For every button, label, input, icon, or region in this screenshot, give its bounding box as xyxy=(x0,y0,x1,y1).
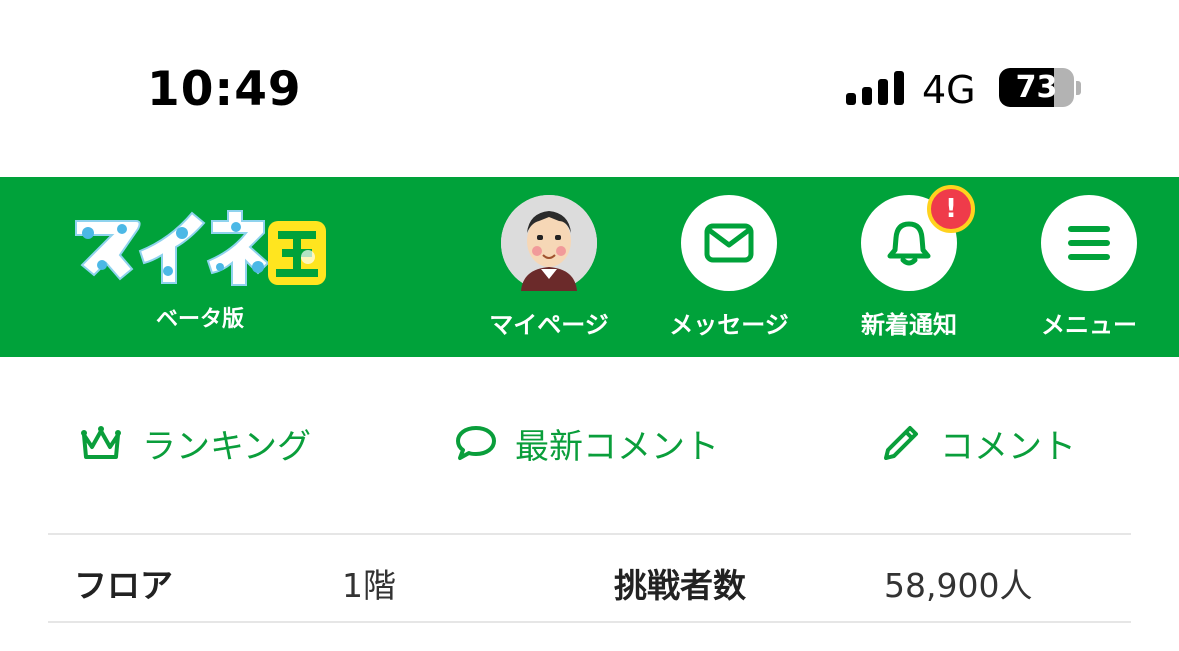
notification-badge: ! xyxy=(927,185,975,233)
challengers-value: 58,900人 xyxy=(884,566,1033,605)
nav-messages[interactable]: メッセージ xyxy=(639,195,819,340)
subnav-ranking-label: ランキング xyxy=(142,426,311,467)
app-header: ベータ版 マイページ メッセージ ! 新着通知 メニュー xyxy=(0,177,1179,357)
subnav-comment-label: コメント xyxy=(940,426,1076,467)
avatar[interactable] xyxy=(501,195,597,291)
network-type: 4G xyxy=(922,68,976,112)
logo-beta-label: ベータ版 xyxy=(155,307,244,332)
nav-menu[interactable]: メニュー xyxy=(999,195,1179,340)
nav-mypage-label: マイページ xyxy=(489,311,609,339)
crown-icon xyxy=(81,426,121,459)
subnav-ranking[interactable]: ランキング xyxy=(78,420,311,467)
nav-menu-label: メニュー xyxy=(1041,311,1137,339)
bell-icon xyxy=(887,221,931,266)
pencil-icon xyxy=(884,426,918,460)
nav-notifications-button[interactable]: ! xyxy=(861,185,975,291)
subnav-latest-comments-label: 最新コメント xyxy=(515,426,719,467)
speech-bubble-icon xyxy=(456,426,496,460)
battery-icon: 73 xyxy=(999,68,1074,107)
signal-strength-icon xyxy=(846,71,904,105)
floor-label: フロア xyxy=(74,566,173,605)
nav-messages-label: メッセージ xyxy=(669,311,789,339)
battery-percent: 73 xyxy=(1015,70,1058,105)
status-time: 10:49 xyxy=(147,62,302,117)
site-logo[interactable] xyxy=(72,207,328,287)
subnav-comment[interactable]: コメント xyxy=(880,420,1076,467)
info-table: フロア 1階 挑戦者数 58,900人 xyxy=(48,533,1131,623)
logo-graphic xyxy=(75,210,326,286)
hamburger-icon xyxy=(1068,226,1110,260)
nav-mypage[interactable]: マイページ xyxy=(459,195,639,340)
avatar-image xyxy=(501,195,597,291)
nav-notifications[interactable]: ! 新着通知 xyxy=(819,185,999,340)
nav-notifications-label: 新着通知 xyxy=(861,311,957,339)
battery-cap xyxy=(1076,81,1081,95)
nav-messages-button[interactable] xyxy=(681,195,777,291)
floor-value: 1階 xyxy=(342,566,396,605)
subnav-latest-comments[interactable]: 最新コメント xyxy=(455,420,719,467)
challengers-label: 挑戦者数 xyxy=(614,566,746,605)
envelope-icon xyxy=(704,223,754,263)
nav-menu-button[interactable] xyxy=(1041,195,1137,291)
status-bar: 10:49 4G 73 xyxy=(0,0,1179,177)
